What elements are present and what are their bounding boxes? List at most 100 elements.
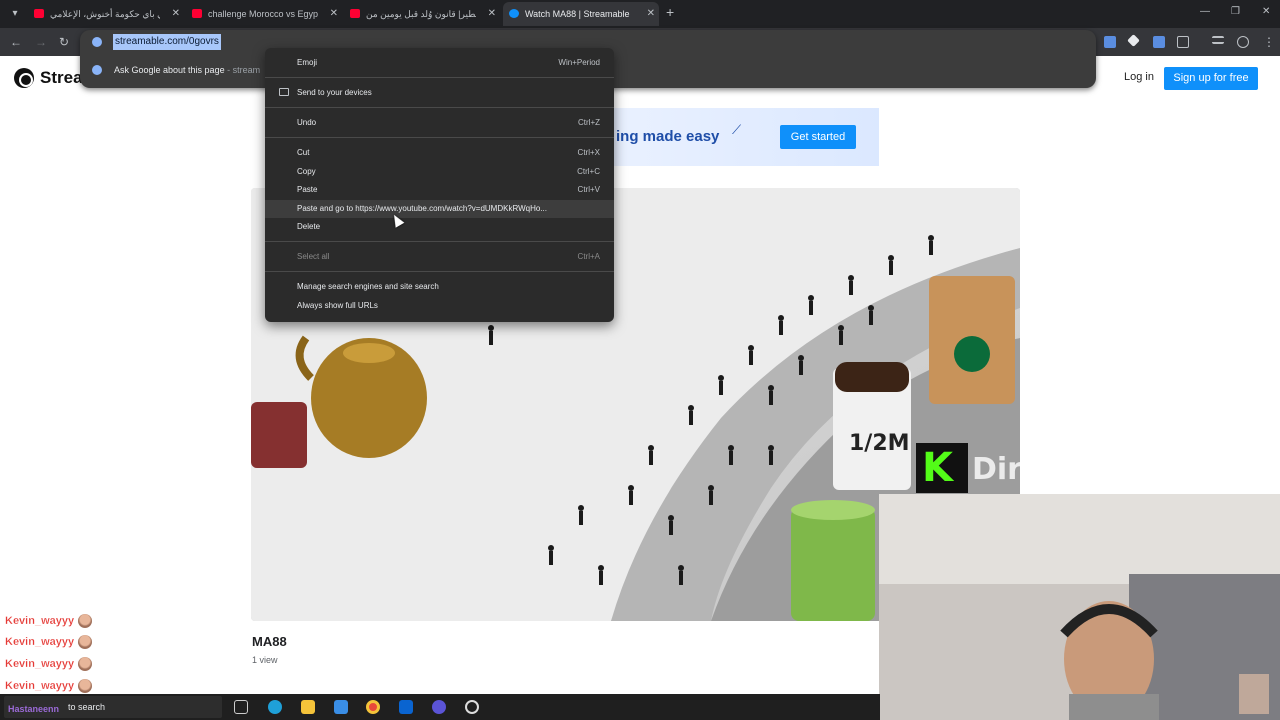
iced-coffee-cup: 1/2M: [833, 362, 911, 490]
suggestion-text: Ask Google about this page: [114, 65, 225, 75]
view-count: 1 view: [252, 655, 278, 665]
site-info-icon[interactable]: [92, 37, 102, 47]
store-icon[interactable]: [334, 700, 348, 714]
emote-icon: [78, 679, 93, 693]
chat-username: Kevin_wayyy: [5, 615, 75, 627]
menu-item-select-all[interactable]: Select all Ctrl+A: [265, 248, 614, 266]
menu-item-always-show-full-urls[interactable]: Always show full URLs: [265, 297, 614, 315]
screen: ▾ باي باي حكومة أخنوش، الإعلامي ✕ challe…: [0, 0, 1280, 720]
extension-icon[interactable]: [1127, 34, 1140, 47]
emote-icon: [78, 614, 93, 628]
close-tab-icon[interactable]: ✕: [330, 2, 338, 26]
starbucks-cup: [929, 276, 1015, 404]
menu-item-label: Always show full URLs: [297, 301, 378, 310]
chrome-icon[interactable]: [366, 700, 380, 714]
tab-3[interactable]: خطير| قانون وُلد قبل يومين من ✕: [344, 2, 500, 26]
menu-item-delete[interactable]: Delete: [265, 218, 614, 236]
kick-logo-letter: K: [922, 445, 953, 491]
sparkle-icon: ⟋: [732, 122, 742, 137]
chat-message: Kevin_wayyy: [5, 655, 93, 673]
promo-banner: ing made easy ⟋ Get started: [600, 108, 879, 166]
menu-item-label: Select all: [297, 252, 330, 261]
extension-2-icon[interactable]: [1153, 36, 1165, 48]
tab-1[interactable]: باي باي حكومة أخنوش، الإعلامي ✕: [28, 2, 184, 26]
reload-icon[interactable]: ↻: [56, 34, 72, 50]
obs-icon[interactable]: [432, 700, 446, 714]
menu-item-undo[interactable]: Undo Ctrl+Z: [265, 114, 614, 132]
chat-username: Kevin_wayyy: [5, 636, 75, 648]
webcam-overlay: [879, 494, 1280, 720]
restore-icon[interactable]: ❐: [1231, 6, 1240, 17]
close-window-icon[interactable]: ✕: [1262, 6, 1270, 17]
youtube-icon: [350, 9, 360, 18]
menu-item-cut[interactable]: Cut Ctrl+X: [265, 144, 614, 162]
search-placeholder: to search: [68, 702, 106, 712]
tab-search-icon[interactable]: ▾: [6, 5, 24, 23]
youtube-icon: [34, 9, 44, 18]
profile-icon[interactable]: [1237, 36, 1249, 48]
chat-message: Kevin_wayyy: [5, 677, 93, 695]
menu-item-label: Manage search engines and site search: [297, 282, 439, 291]
youtube-icon: [192, 9, 202, 18]
file-explorer-icon[interactable]: [301, 700, 315, 714]
minimize-icon[interactable]: —: [1200, 6, 1210, 17]
windows-taskbar: Hastaneenn to search: [0, 694, 880, 720]
menu-item-shortcut: Ctrl+V: [577, 185, 600, 194]
menu-divider: [265, 241, 614, 242]
signup-button[interactable]: Sign up for free: [1164, 67, 1258, 90]
forward-icon[interactable]: →: [33, 34, 49, 50]
menu-item-label: Send to your devices: [297, 88, 372, 97]
menu-item-emoji[interactable]: Emoji Win+Period: [265, 54, 614, 72]
tab-4-active[interactable]: Watch MA88 | Streamable ✕: [503, 2, 659, 26]
menu-item-paste-and-go[interactable]: Paste and go to https://www.youtube.com/…: [265, 200, 614, 218]
menu-item-label: Paste and go to https://www.youtube.com/…: [297, 204, 547, 213]
close-tab-icon[interactable]: ✕: [488, 2, 496, 26]
suggestion-sub: - stream: [224, 65, 261, 75]
menu-item-shortcut: Win+Period: [558, 58, 600, 67]
reading-list-icon[interactable]: [1212, 36, 1224, 44]
menu-item-send-to-devices[interactable]: Send to your devices: [265, 84, 614, 102]
login-link[interactable]: Log in: [1124, 71, 1154, 83]
tab-title: challenge Morocco vs Egypt: [208, 9, 318, 19]
menu-item-label: Undo: [297, 118, 317, 127]
close-tab-icon[interactable]: ✕: [647, 2, 655, 26]
address-bar-input[interactable]: streamable.com/0govrs: [113, 34, 221, 50]
chat-username: Kevin_wayyy: [5, 680, 75, 692]
tea-glass: [251, 402, 307, 468]
close-tab-icon[interactable]: ✕: [172, 2, 180, 26]
video-title: MA88: [252, 634, 287, 649]
menu-divider: [265, 77, 614, 78]
new-tab-icon[interactable]: +: [666, 4, 674, 20]
omnibox-suggestion[interactable]: Ask Google about this page - stream: [114, 62, 260, 78]
menu-item-label: Paste: [297, 185, 318, 194]
banner-text: ing made easy: [616, 128, 720, 145]
tab-title: Watch MA88 | Streamable: [525, 9, 630, 19]
app-icon[interactable]: [465, 700, 479, 714]
menu-item-manage-search-engines[interactable]: Manage search engines and site search: [265, 278, 614, 296]
menu-divider: [265, 137, 614, 138]
menu-kebab-icon[interactable]: ⋮: [1261, 34, 1277, 50]
menu-divider: [265, 107, 614, 108]
tab-2[interactable]: challenge Morocco vs Egypt ✕: [186, 2, 342, 26]
get-started-button[interactable]: Get started: [780, 125, 856, 149]
menu-item-label: Delete: [297, 222, 321, 231]
menu-item-label: Emoji: [297, 58, 318, 67]
edge-icon[interactable]: [268, 700, 282, 714]
translate-icon[interactable]: [1104, 36, 1116, 48]
menu-item-shortcut: Ctrl+A: [577, 252, 600, 261]
task-view-icon[interactable]: [234, 700, 248, 714]
back-icon[interactable]: ←: [8, 34, 24, 50]
chat-message: Kevin_wayyy: [5, 633, 93, 651]
menu-item-label: Copy: [297, 167, 316, 176]
outlook-icon[interactable]: [399, 700, 413, 714]
menu-item-copy[interactable]: Copy Ctrl+C: [265, 163, 614, 181]
menu-item-shortcut: Ctrl+Z: [578, 118, 600, 127]
taskbar-search[interactable]: Hastaneenn to search: [4, 696, 222, 718]
extensions-puzzle-icon[interactable]: [1177, 36, 1189, 48]
menu-item-paste[interactable]: Paste Ctrl+V: [265, 181, 614, 199]
emote-icon: [78, 635, 93, 649]
kick-logo: K: [916, 443, 968, 493]
streamable-logo[interactable]: Strea: [14, 66, 83, 90]
watermark-text: Hastaneenn: [8, 704, 60, 714]
channel-name: DirtyHowaAness: [972, 452, 1251, 487]
